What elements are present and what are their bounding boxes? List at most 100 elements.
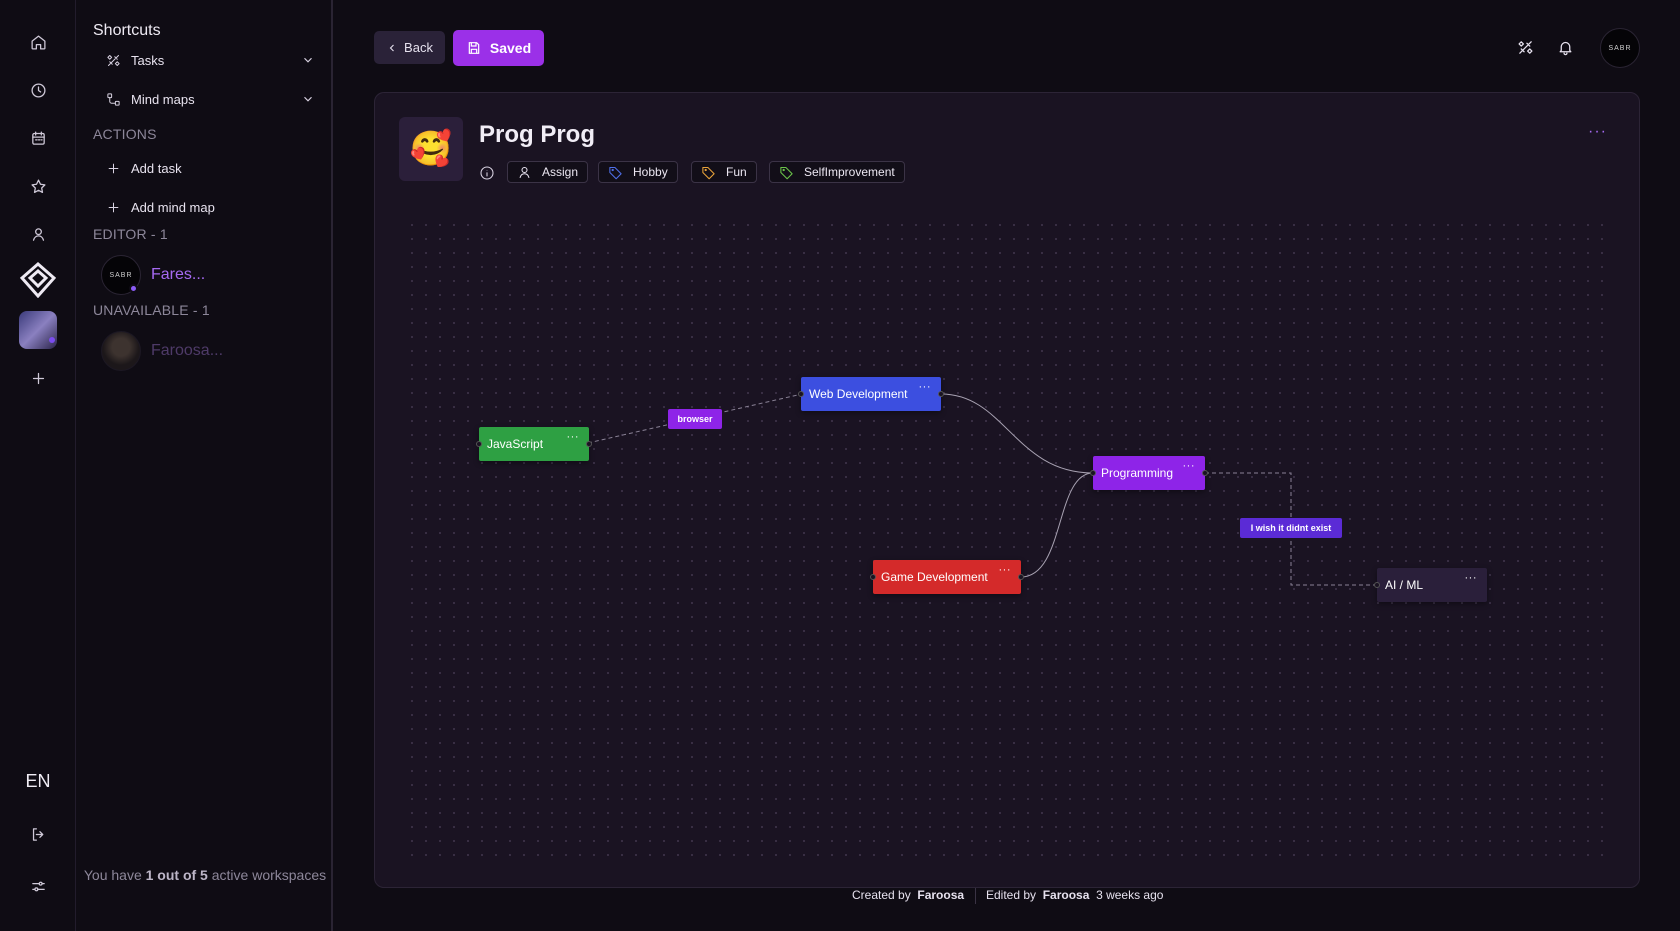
mind-map-node-ai-ml[interactable]: AI / ML ··· <box>1374 568 1487 602</box>
node-label: Game Development <box>881 570 988 584</box>
unavailable-member[interactable]: Faroosa... <box>101 331 223 371</box>
workspace-logo-icon[interactable] <box>19 262 57 299</box>
home-icon[interactable] <box>22 26 54 58</box>
clock-icon[interactable] <box>22 74 54 106</box>
connection-handle[interactable] <box>1202 470 1208 476</box>
actions-section-title: ACTIONS <box>93 126 157 142</box>
active-indicator <box>49 337 55 343</box>
edited-by-name: Faroosa <box>1042 888 1090 902</box>
edited-when: 3 weeks ago <box>1096 888 1164 902</box>
node-menu-icon[interactable]: ··· <box>1465 572 1478 584</box>
mind-map-node-game-development[interactable]: Game Development ··· <box>870 560 1024 594</box>
chevron-left-icon <box>389 44 394 51</box>
node-menu-icon[interactable]: ··· <box>919 381 932 393</box>
tag-icon <box>780 166 793 179</box>
edited-by: Edited by Faroosa 3 weeks ago <box>986 888 1163 902</box>
info-icon[interactable] <box>479 165 495 181</box>
created-prefix: Created by <box>852 888 911 902</box>
saved-button[interactable]: Saved <box>453 30 544 66</box>
connection-handle[interactable] <box>1018 574 1024 580</box>
tag-chip-hobby[interactable]: Hobby <box>598 161 678 183</box>
add-task-button[interactable]: Add task <box>105 156 315 180</box>
saved-label: Saved <box>489 40 532 56</box>
tag-chip-label: Hobby <box>633 165 668 179</box>
edge-label-wish[interactable]: I wish it didnt exist <box>1240 518 1342 538</box>
connection-handle[interactable] <box>476 441 482 447</box>
add-workspace-icon[interactable] <box>22 362 54 394</box>
tag-chip-label: SelfImprovement <box>804 165 895 179</box>
plus-icon <box>105 199 121 215</box>
shortcuts-panel: Shortcuts Tasks Mind maps ACTIONS Add ta… <box>77 0 333 931</box>
mind-map-node-programming[interactable]: Programming ··· <box>1090 456 1208 490</box>
assign-chip[interactable]: Assign <box>507 161 589 183</box>
edge-label-browser[interactable]: browser <box>668 409 722 429</box>
shortcut-tasks-label: Tasks <box>131 52 165 68</box>
unavailable-section-title: UNAVAILABLE - 1 <box>93 302 210 318</box>
node-label: Web Development <box>809 387 908 401</box>
mind-map-node-web-development[interactable]: Web Development ··· <box>798 377 944 411</box>
tools-icon[interactable] <box>1514 36 1536 58</box>
editor-member[interactable]: SABR Fares... <box>101 255 205 295</box>
mind-map-canvas[interactable] <box>405 218 1615 858</box>
shortcut-mind-maps-label: Mind maps <box>131 91 195 107</box>
back-button[interactable]: Back <box>374 31 445 64</box>
save-icon <box>468 42 480 54</box>
usage-suffix: active workspaces <box>207 867 327 883</box>
bell-icon[interactable] <box>1554 36 1576 58</box>
tag-chip-selfimprovement[interactable]: SelfImprovement <box>769 161 905 183</box>
connection-handle[interactable] <box>870 574 876 580</box>
tag-icon <box>609 166 622 179</box>
star-icon[interactable] <box>22 170 54 202</box>
calendar-icon[interactable] <box>22 122 54 154</box>
user-avatar-text: SABR <box>1608 44 1632 52</box>
chevron-down-icon[interactable] <box>301 92 315 106</box>
connection-handle[interactable] <box>798 391 804 397</box>
usage-count: 1 out of 5 <box>145 867 208 883</box>
node-menu-icon[interactable]: ··· <box>567 431 580 443</box>
created-by-name: Faroosa <box>917 888 965 902</box>
avatar: SABR <box>101 255 141 295</box>
connection-handle[interactable] <box>1090 470 1096 476</box>
mind-map-card: 🥰 Prog Prog Assign Hobby Fun SelfImprove… <box>374 92 1640 888</box>
editor-member-name: Fares... <box>151 266 206 283</box>
avatar-text: SABR <box>109 271 133 279</box>
user-icon <box>519 166 530 178</box>
add-mind-map-button[interactable]: Add mind map <box>105 195 315 219</box>
connection-handle[interactable] <box>586 441 592 447</box>
node-menu-icon[interactable]: ··· <box>999 564 1012 576</box>
avatar <box>101 331 141 371</box>
logout-icon[interactable] <box>22 818 54 850</box>
icon-rail: EN <box>0 0 76 931</box>
tag-chip-fun[interactable]: Fun <box>691 161 757 183</box>
connection-handle[interactable] <box>938 391 944 397</box>
node-label: JavaScript <box>487 437 544 451</box>
edited-prefix: Edited by <box>986 888 1037 902</box>
mind-map-title[interactable]: Prog Prog <box>479 121 595 149</box>
user-icon[interactable] <box>22 218 54 250</box>
node-menu-icon[interactable]: ··· <box>1183 460 1196 472</box>
add-mind-map-label: Add mind map <box>131 199 215 215</box>
workspace-usage-note: You have 1 out of 5 active workspaces <box>77 865 333 885</box>
language-switch[interactable]: EN <box>0 771 76 792</box>
created-by: Created by Faroosa <box>852 888 964 902</box>
workspace-avatar[interactable] <box>19 311 57 349</box>
shortcut-tasks[interactable]: Tasks <box>105 48 315 72</box>
tag-icon <box>702 166 715 179</box>
mind-map-node-javascript[interactable]: JavaScript ··· <box>476 427 592 461</box>
node-label: AI / ML <box>1385 578 1424 592</box>
connection-handle[interactable] <box>1374 582 1380 588</box>
online-status-dot <box>129 284 138 293</box>
settings-sliders-icon[interactable] <box>22 870 54 902</box>
shortcut-mind-maps[interactable]: Mind maps <box>105 87 315 111</box>
more-options-icon[interactable]: ··· <box>1588 123 1607 141</box>
meta-divider <box>975 888 976 904</box>
mind-map-emoji[interactable]: 🥰 <box>399 117 463 181</box>
emoji-glyph: 🥰 <box>409 130 453 168</box>
plus-icon <box>105 160 121 176</box>
editor-section-title: EDITOR - 1 <box>93 226 168 242</box>
unavailable-member-name: Faroosa... <box>151 342 224 359</box>
user-avatar[interactable]: SABR <box>1600 28 1640 68</box>
add-task-label: Add task <box>131 160 182 176</box>
chevron-down-icon[interactable] <box>301 53 315 67</box>
mind-map-icon <box>105 91 121 107</box>
